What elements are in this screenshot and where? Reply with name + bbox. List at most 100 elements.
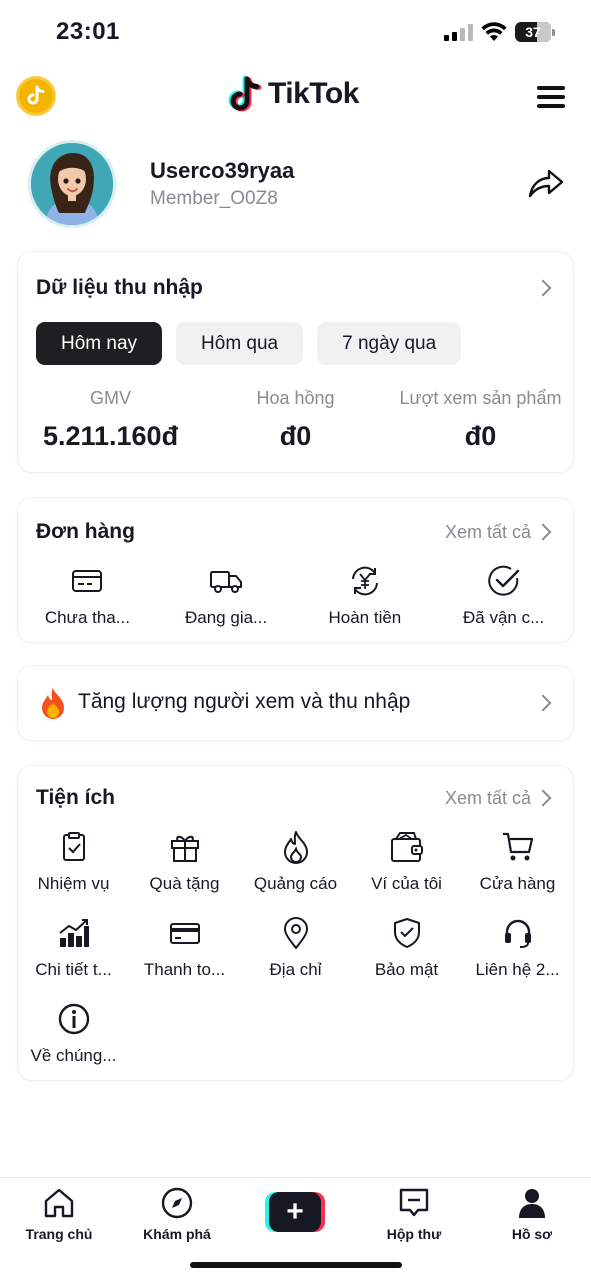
home-icon [44,1188,74,1218]
utilities-see-all[interactable]: Xem tất cả [445,788,531,809]
menu-button[interactable] [537,86,565,108]
metric-commission: Hoa hồng đ0 [203,388,388,452]
metric-value: đ0 [279,421,312,451]
utilities-card: Tiện ích Xem tất cả Nhiệm vụ Quà tặng Qu… [18,766,573,1080]
earnings-title: Dữ liệu thu nhập [36,276,203,299]
order-label: Đang gia... [185,608,268,627]
utility-label: Liên hệ 2... [475,960,560,979]
utilities-row-3: Về chúng... [18,1002,573,1066]
username: Userco39ryaa [150,158,295,183]
headset-icon [504,919,531,948]
share-icon[interactable] [527,166,565,200]
wifi-icon [481,22,507,41]
task-icon [62,832,85,861]
utility-label: Bảo mật [374,960,439,979]
wallet-icon [390,832,423,862]
utility-about[interactable]: Về chúng... [18,1002,129,1066]
cart-icon [502,832,533,861]
promo-card[interactable]: Tăng lượng người xem và thu nhập [18,666,573,740]
utilities-row-1: Nhiệm vụ Quà tặng Quảng cáo Ví của tôi C… [18,830,573,894]
screen: 23:01 37 TikTok Userco39ryaa Member_O0Z8… [0,0,591,1280]
utility-contact[interactable]: Liên hệ 2... [462,916,573,980]
check-circle-icon [487,565,519,596]
nav-home[interactable]: Trang chủ [9,1186,109,1242]
fire-icon [42,688,64,719]
earnings-card: Dữ liệu thu nhập Hôm nay Hôm qua 7 ngày … [18,252,573,472]
order-label: Hoàn tiền [328,608,402,627]
utility-tasks[interactable]: Nhiệm vụ [18,830,129,894]
gift-icon [170,835,199,862]
metric-value: 5.211.160đ [42,421,179,451]
chevron-right-icon[interactable] [534,694,552,712]
brand-name: TikTok [268,77,359,110]
status-time: 23:01 [56,18,120,45]
metric-gmv: GMV 5.211.160đ [18,388,203,452]
utility-gifts[interactable]: Quà tặng [129,830,240,894]
profile-icon [519,1189,545,1218]
nav-label: Khám phá [143,1226,211,1242]
nav-label: Hồ sơ [511,1226,553,1242]
utilities-title: Tiện ích [36,786,115,809]
utility-security[interactable]: Bảo mật [351,916,462,980]
avatar[interactable] [28,140,116,228]
utility-label: Cửa hàng [479,874,556,893]
plus-icon: + [269,1192,321,1232]
order-shipped[interactable]: Đã vận c... [434,564,573,628]
avatar-image [31,143,113,225]
status-bar: 23:01 37 [0,0,591,66]
utility-details[interactable]: Chi tiết t... [18,916,129,980]
utility-shop[interactable]: Cửa hàng [462,830,573,894]
profile-section: Userco39ryaa Member_O0Z8 [0,140,591,230]
coin-button[interactable] [16,76,56,116]
utility-label: Thanh to... [143,960,226,979]
chevron-right-icon[interactable] [534,789,552,807]
order-refund[interactable]: Hoàn tiền [296,564,435,628]
app-header: TikTok [0,72,591,122]
utility-label: Về chúng... [30,1046,117,1065]
shield-icon [393,918,420,948]
flame-icon [283,831,308,864]
utility-label: Nhiệm vụ [37,874,110,893]
create-button[interactable]: + [265,1192,325,1232]
nav-discover[interactable]: Khám phá [127,1186,227,1242]
tab-7-days[interactable]: 7 ngày qua [317,322,462,365]
utility-label: Địa chỉ [269,960,322,979]
promo-label: Tăng lượng người xem và thu nhập [78,690,411,713]
utility-ads[interactable]: Quảng cáo [240,830,351,894]
tiktok-logo-icon [228,75,262,112]
cellular-signal-icon [444,23,473,41]
home-indicator [190,1262,402,1268]
chevron-right-icon[interactable] [534,279,552,297]
nav-profile[interactable]: Hồ sơ [482,1186,582,1242]
location-icon [283,917,308,949]
refund-icon [351,566,378,596]
battery-icon: 37 [515,22,551,42]
order-awaiting-payment[interactable]: Chưa tha... [18,564,157,628]
member-id: Member_O0Z8 [150,188,278,209]
metric-label: Hoa hồng [256,388,335,408]
battery-level: 37 [525,24,541,40]
orders-see-all[interactable]: Xem tất cả [445,522,531,543]
earnings-tabs: Hôm nay Hôm qua 7 ngày qua [36,322,462,365]
nav-inbox[interactable]: Hộp thư [364,1186,464,1242]
order-in-transit[interactable]: Đang gia... [157,564,296,628]
utility-label: Chi tiết t... [35,960,112,979]
orders-row: Chưa tha... Đang gia... Hoàn tiền Đã vận… [18,564,573,628]
utility-address[interactable]: Địa chỉ [240,916,351,980]
utility-wallet[interactable]: Ví của tôi [351,830,462,894]
compass-icon [161,1187,193,1219]
utility-payment[interactable]: Thanh to... [129,916,240,980]
tab-yesterday[interactable]: Hôm qua [176,322,304,365]
earnings-metrics: GMV 5.211.160đ Hoa hồng đ0 Lượt xem sản … [18,388,573,452]
status-icons: 37 [444,22,555,42]
inbox-icon [399,1188,429,1217]
metric-product-views: Lượt xem sản phẩm đ0 [388,388,573,452]
tab-today[interactable]: Hôm nay [36,322,163,365]
info-icon [58,1003,89,1035]
metric-value: đ0 [464,421,497,451]
chevron-right-icon[interactable] [534,523,552,541]
utility-label: Quà tặng [149,874,220,893]
nav-label: Trang chủ [25,1226,93,1242]
utilities-row-2: Chi tiết t... Thanh to... Địa chỉ Bảo mậ… [18,916,573,980]
brand-logo: TikTok [228,74,359,114]
